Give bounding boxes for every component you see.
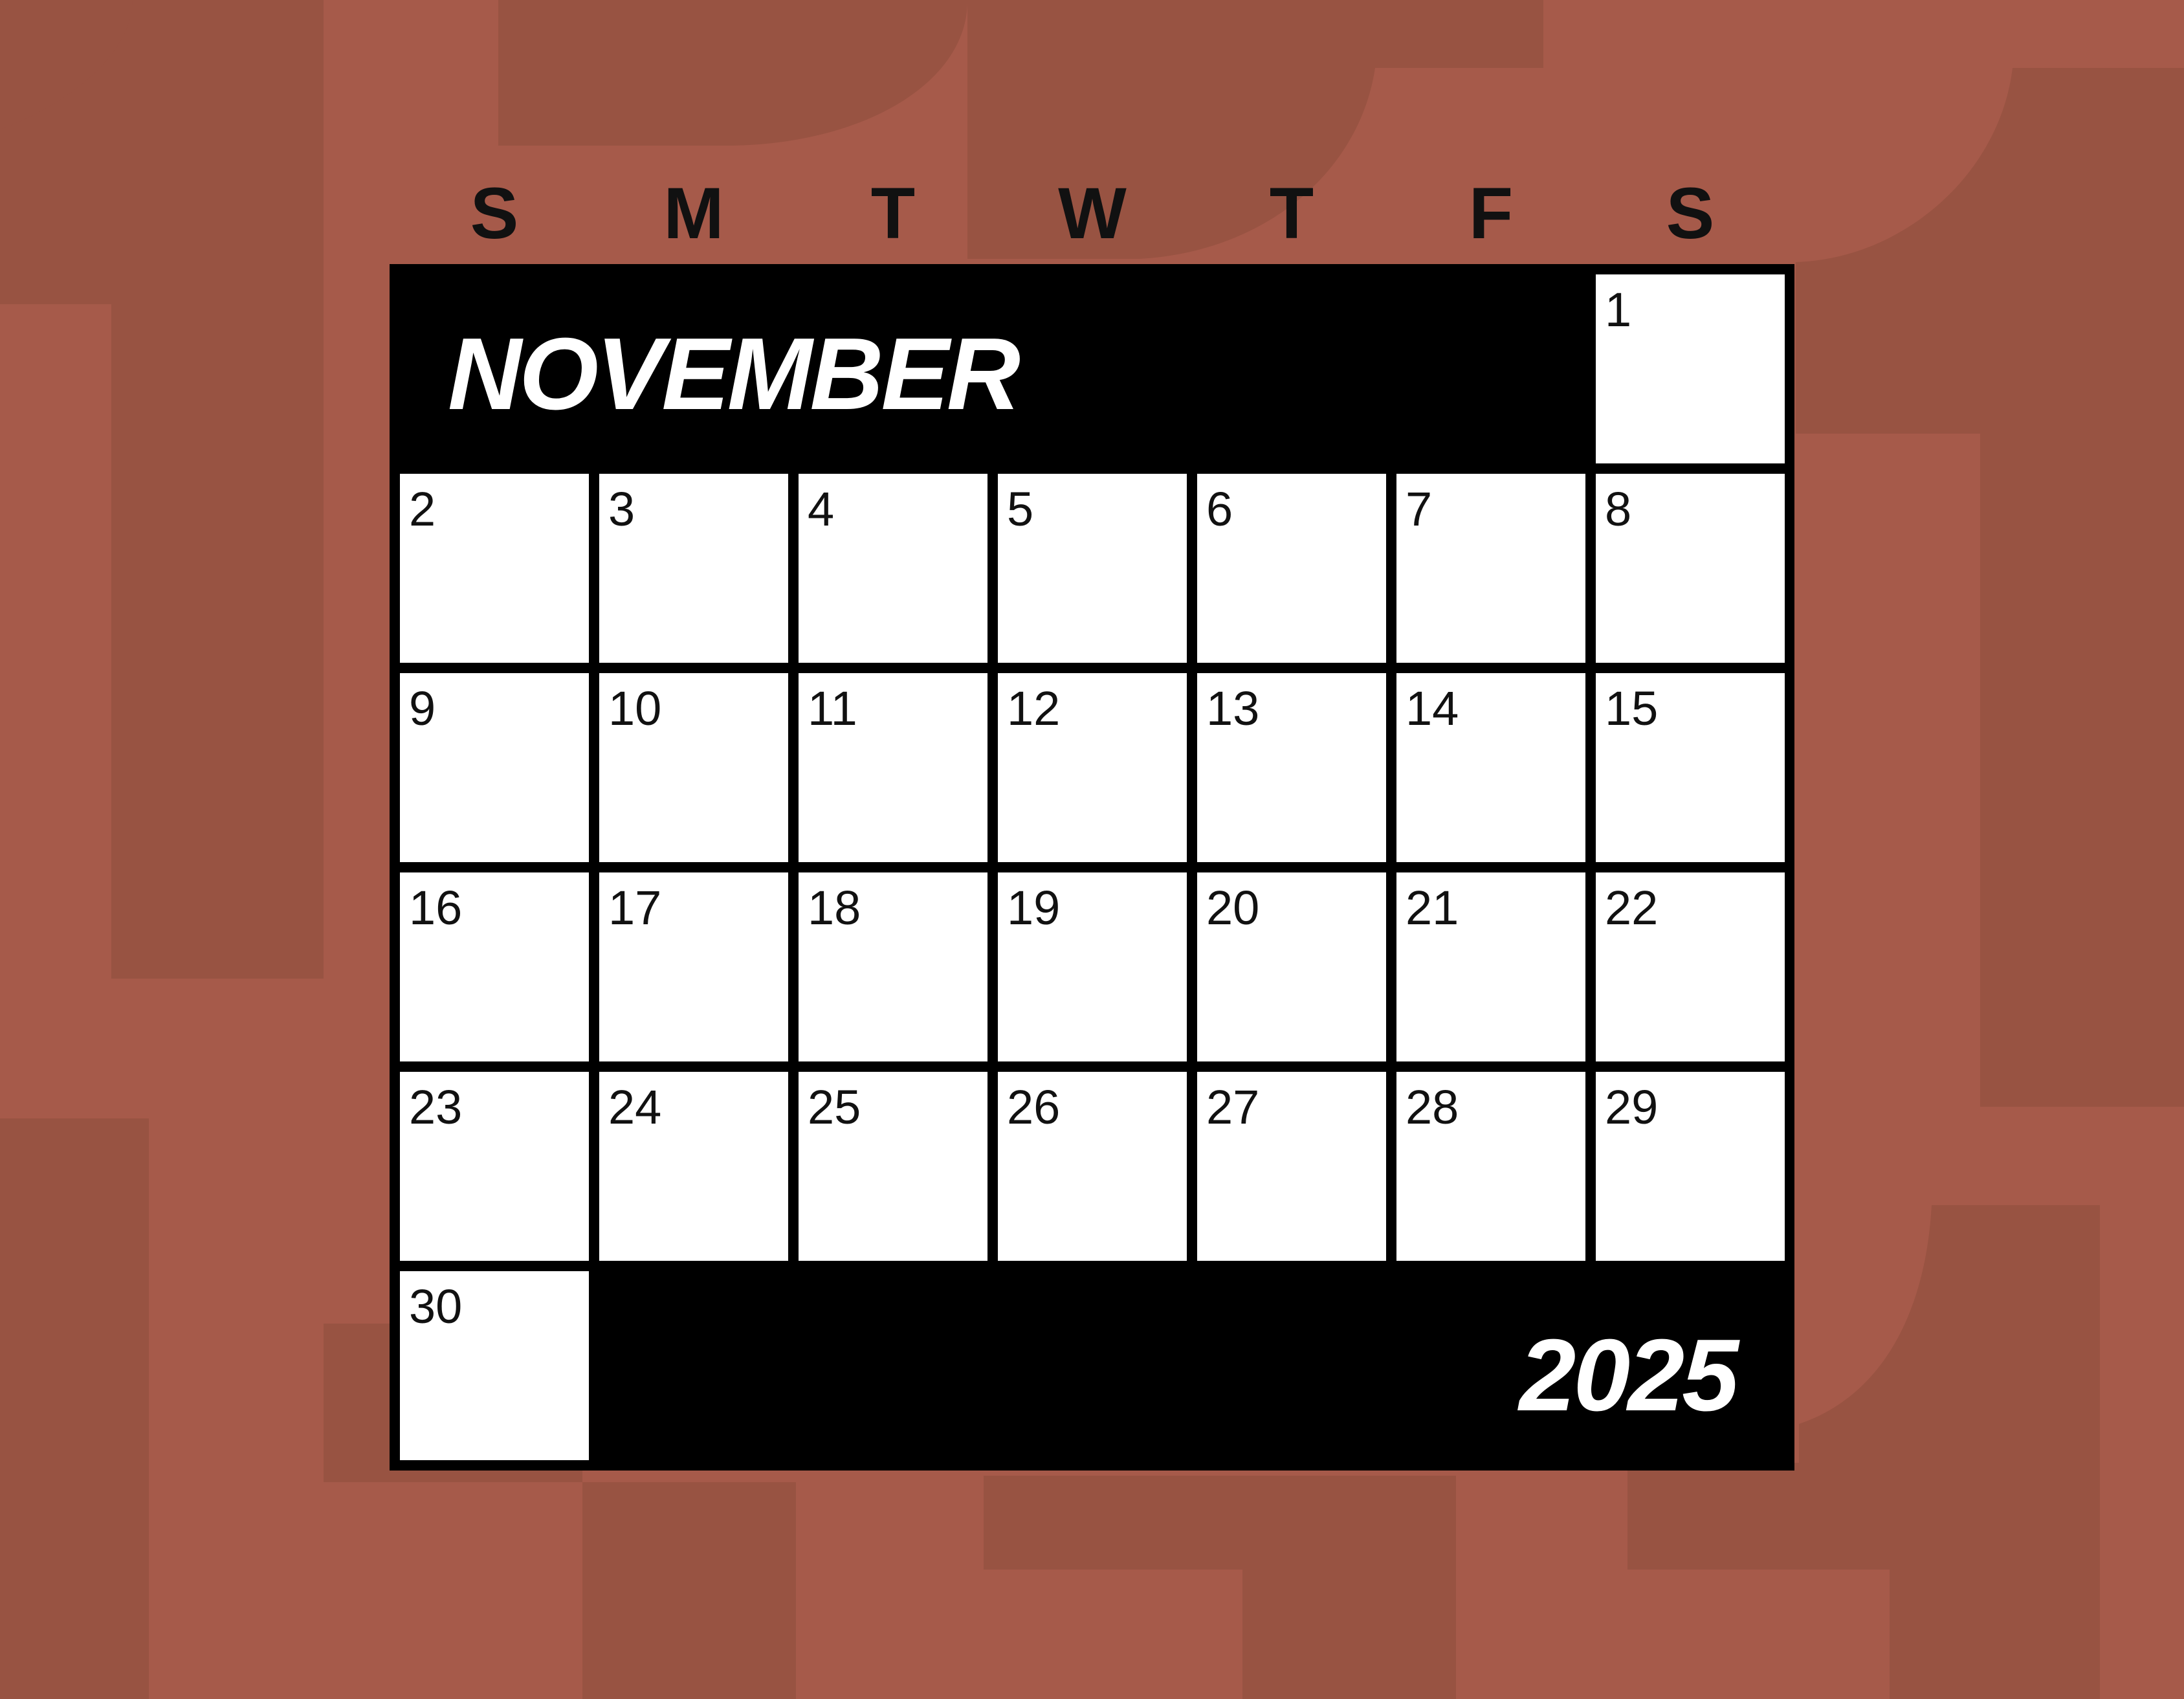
- day-cell[interactable]: 15: [1596, 673, 1785, 862]
- day-number: 27: [1206, 1080, 1260, 1134]
- day-number: 29: [1605, 1080, 1659, 1134]
- day-number: 9: [409, 682, 436, 735]
- day-number: 10: [608, 682, 662, 735]
- weekday-label: W: [1058, 173, 1127, 254]
- day-cell[interactable]: 9: [400, 673, 589, 862]
- day-number: 3: [608, 482, 635, 536]
- year-label: 2025: [1519, 1318, 1739, 1432]
- day-cell[interactable]: 3: [599, 474, 788, 663]
- day-cell[interactable]: 27: [1197, 1072, 1386, 1261]
- day-number: 5: [1007, 482, 1034, 536]
- day-cell[interactable]: 10: [599, 673, 788, 862]
- day-cell[interactable]: 6: [1197, 474, 1386, 663]
- day-number: 16: [409, 881, 463, 935]
- day-cell[interactable]: 13: [1197, 673, 1386, 862]
- day-cell[interactable]: 29: [1596, 1072, 1785, 1261]
- day-cell[interactable]: 1: [1596, 274, 1785, 463]
- day-number: 26: [1007, 1080, 1061, 1134]
- day-number: 4: [808, 482, 835, 536]
- calendar-grid: 1 2 3 4 5 6 7 8 9 10 11 12 13 14 15 16 17 18 19 20 21 22 23 24 2…: [390, 264, 1794, 1471]
- day-number: 12: [1007, 682, 1061, 735]
- day-number: 28: [1406, 1080, 1459, 1134]
- day-cell[interactable]: 23: [400, 1072, 589, 1261]
- day-cell[interactable]: 18: [799, 872, 987, 1061]
- day-cell[interactable]: 22: [1596, 872, 1785, 1061]
- day-cell[interactable]: 24: [599, 1072, 788, 1261]
- day-cell[interactable]: 19: [998, 872, 1187, 1061]
- day-number: 8: [1605, 482, 1632, 536]
- day-number: 7: [1406, 482, 1433, 536]
- weekday-label: T: [1269, 173, 1314, 254]
- day-cell[interactable]: 17: [599, 872, 788, 1061]
- day-cell[interactable]: 5: [998, 474, 1187, 663]
- day-number: 14: [1406, 682, 1459, 735]
- day-cell[interactable]: 11: [799, 673, 987, 862]
- day-cell[interactable]: 12: [998, 673, 1187, 862]
- day-cell[interactable]: 25: [799, 1072, 987, 1261]
- weekday-label: S: [470, 173, 519, 254]
- day-number: 1: [1605, 283, 1632, 337]
- weekday-label: T: [870, 173, 916, 254]
- day-number: 2: [409, 482, 436, 536]
- day-number: 19: [1007, 881, 1061, 935]
- weekday-label: F: [1468, 173, 1514, 254]
- day-number: 20: [1206, 881, 1260, 935]
- day-cell[interactable]: 16: [400, 872, 589, 1061]
- day-cell[interactable]: 7: [1396, 474, 1585, 663]
- day-number: 6: [1206, 482, 1233, 536]
- day-number: 15: [1605, 682, 1659, 735]
- day-cell[interactable]: 14: [1396, 673, 1585, 862]
- day-number: 21: [1406, 881, 1459, 935]
- day-cell[interactable]: 28: [1396, 1072, 1585, 1261]
- day-cell[interactable]: 21: [1396, 872, 1585, 1061]
- day-number: 30: [409, 1280, 463, 1333]
- day-cell[interactable]: 26: [998, 1072, 1187, 1261]
- day-number: 23: [409, 1080, 463, 1134]
- day-number: 24: [608, 1080, 662, 1134]
- day-number: 11: [808, 682, 857, 735]
- day-cell[interactable]: 2: [400, 474, 589, 663]
- day-number: 25: [808, 1080, 861, 1134]
- day-cell[interactable]: 20: [1197, 872, 1386, 1061]
- weekday-label: M: [663, 173, 724, 254]
- month-title: NOVEMBER: [448, 317, 1020, 431]
- day-number: 13: [1206, 682, 1260, 735]
- day-number: 22: [1605, 881, 1659, 935]
- day-cell[interactable]: 30: [400, 1271, 589, 1460]
- weekday-label: S: [1666, 173, 1715, 254]
- day-cell[interactable]: 4: [799, 474, 987, 663]
- day-number: 17: [608, 881, 662, 935]
- day-number: 18: [808, 881, 861, 935]
- day-cell[interactable]: 8: [1596, 474, 1785, 663]
